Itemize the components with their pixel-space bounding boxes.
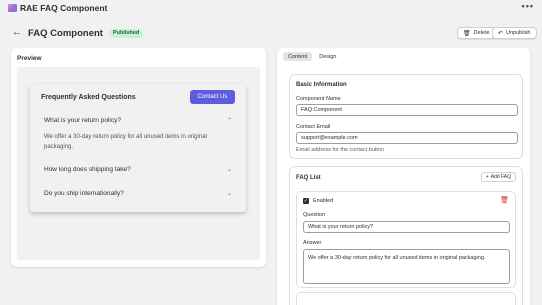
contact-email-help: Email address for the contact button [296, 147, 385, 153]
basic-info-card: Basic Information Component Name FAQ Com… [289, 74, 523, 159]
faq-question-row[interactable]: Do you ship internationally? ⌄ [44, 190, 232, 197]
unpublish-button-label: Unpublish [506, 30, 531, 36]
more-horizontal-icon[interactable]: ••• [522, 1, 534, 11]
question-input[interactable]: What is your return policy? [303, 221, 510, 233]
back-arrow-icon[interactable]: ← [12, 28, 22, 38]
add-faq-button[interactable]: + Add FAQ [480, 172, 516, 182]
editor-panel: Content Design Basic Information Compone… [277, 48, 530, 305]
preview-label: Preview [17, 55, 42, 62]
app-title: RAE FAQ Component [20, 3, 108, 13]
faq-item-card-next [296, 292, 516, 305]
app-logo-icon [8, 4, 17, 12]
unpublish-button[interactable]: ↶ Unpublish [492, 27, 537, 39]
chevron-down-icon: ⌄ [226, 191, 232, 197]
faq-item-card: ✓ Enabled 🗑 Question What is your return… [296, 191, 516, 288]
faq-question-text: Do you ship internationally? [44, 190, 124, 197]
tab-content[interactable]: Content [283, 52, 313, 61]
plus-icon: + [485, 174, 489, 180]
answer-label: Answer [303, 240, 322, 246]
faq-question-text: What is your return policy? [44, 117, 121, 124]
preview-stage: Frequently Asked Questions Contact Us Wh… [17, 67, 260, 260]
answer-textarea[interactable]: We offer a 30-day return policy for all … [303, 249, 510, 284]
contact-email-input[interactable]: support@example.com [296, 132, 518, 144]
delete-button[interactable]: 🗑 Delete [457, 27, 496, 39]
status-badge: Published [108, 28, 144, 38]
component-name-label: Component Name [296, 96, 341, 102]
trash-icon: 🗑 [463, 30, 471, 37]
chevron-up-icon: ⌃ [226, 118, 232, 124]
chevron-down-icon: ⌄ [226, 167, 232, 173]
faq-question-row[interactable]: What is your return policy? ⌃ [44, 117, 232, 124]
enabled-label: Enabled [313, 198, 334, 204]
preview-card: Preview Frequently Asked Questions Conta… [11, 48, 266, 267]
contact-email-label: Contact Email [296, 124, 331, 130]
page-header: ← FAQ Component Published 🗑 Delete ↶ Unp… [0, 24, 542, 42]
faq-list-title: FAQ List [296, 175, 321, 181]
question-label: Question [303, 212, 326, 218]
add-faq-label: Add FAQ [490, 174, 511, 180]
delete-faq-trash-icon[interactable]: 🗑 [500, 196, 509, 204]
page-title: FAQ Component [28, 27, 103, 39]
delete-button-label: Delete [473, 30, 490, 36]
contact-us-button[interactable]: Contact Us [190, 90, 235, 104]
faq-list-card: FAQ List + Add FAQ ✓ Enabled 🗑 Question … [289, 166, 523, 305]
component-name-input[interactable]: FAQ Component [296, 104, 518, 116]
faq-widget: Frequently Asked Questions Contact Us Wh… [30, 84, 246, 212]
editor-tabs: Content Design [283, 52, 343, 61]
faq-heading: Frequently Asked Questions [41, 94, 136, 101]
app-titlebar: RAE FAQ Component ••• [0, 0, 542, 16]
faq-answer-text: We offer a 30-day return policy for all … [44, 134, 207, 150]
faq-question-row[interactable]: How long does shipping take? ⌄ [44, 166, 232, 173]
tab-design[interactable]: Design [314, 52, 341, 61]
basic-info-title: Basic Information [296, 82, 347, 88]
enabled-checkbox[interactable]: ✓ [303, 198, 309, 204]
unpublish-arrow-icon: ↶ [498, 30, 504, 37]
faq-question-text: How long does shipping take? [44, 166, 131, 173]
